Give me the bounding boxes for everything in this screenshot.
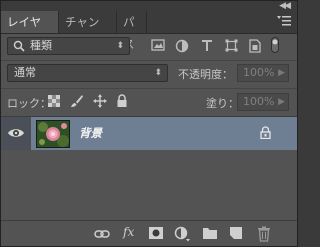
- fill-value: 100%: [243, 95, 275, 108]
- adjustment-layer-icon[interactable]: [173, 225, 191, 243]
- opacity-input[interactable]: 100% ▶: [237, 64, 289, 82]
- lock-label: ロック：: [7, 97, 51, 110]
- search-icon: [13, 40, 25, 52]
- filter-toggle-icon[interactable]: [271, 37, 289, 55]
- delete-layer-icon[interactable]: [255, 225, 273, 243]
- adjustment-filter-icon[interactable]: [173, 37, 191, 55]
- lock-icon: [260, 126, 271, 142]
- divider: [1, 60, 297, 61]
- layers-panel: ◀◀ レイヤー チャンネル パス 種類 ⬍ 通常 ⬍ 不透明度： 100% ▶: [0, 0, 298, 247]
- layer-row[interactable]: 背景: [1, 117, 297, 150]
- divider: [1, 88, 297, 89]
- stepper-icon: ⬍: [154, 68, 162, 78]
- layer-list: 背景: [1, 116, 297, 228]
- add-mask-icon[interactable]: [147, 225, 165, 243]
- stepper-icon: ⬍: [116, 41, 124, 51]
- image-filter-icon[interactable]: [149, 37, 167, 55]
- layers-toolbar: fx: [1, 220, 297, 246]
- lock-transparent-pixels-icon[interactable]: [47, 94, 63, 110]
- lock-all-icon[interactable]: [116, 94, 132, 110]
- panel-title-strip: [1, 1, 297, 11]
- collapse-panel-icon[interactable]: ◀◀: [279, 1, 291, 11]
- fill-label: 塗り：: [206, 97, 239, 110]
- blend-mode-value: 通常: [14, 66, 36, 79]
- layer-filter-kind-select[interactable]: 種類 ⬍: [7, 37, 130, 55]
- smart-object-filter-icon[interactable]: [246, 37, 264, 55]
- type-filter-icon[interactable]: [198, 37, 216, 55]
- lock-position-icon[interactable]: [93, 94, 109, 110]
- visibility-eye-icon[interactable]: [7, 125, 25, 141]
- tab-channels[interactable]: チャンネル: [59, 11, 117, 51]
- opacity-value: 100%: [243, 66, 275, 79]
- layer-selected-background: 背景: [31, 117, 297, 150]
- tab-bar: レイヤー チャンネル パス: [1, 11, 297, 51]
- shape-filter-icon[interactable]: [222, 37, 240, 55]
- fill-input[interactable]: 100% ▶: [237, 93, 289, 111]
- new-group-icon[interactable]: [201, 225, 219, 243]
- lock-image-pixels-icon[interactable]: [70, 94, 86, 110]
- filter-kind-label: 種類: [30, 39, 52, 52]
- fx-icon[interactable]: fx: [123, 225, 134, 239]
- new-layer-icon[interactable]: [227, 225, 245, 243]
- link-layers-icon[interactable]: [93, 225, 111, 243]
- panel-menu-icon[interactable]: [277, 15, 291, 27]
- tab-layers[interactable]: レイヤー: [1, 11, 59, 51]
- opacity-label: 不透明度：: [178, 68, 233, 81]
- blend-mode-select[interactable]: 通常 ⬍: [7, 64, 168, 82]
- layer-name[interactable]: 背景: [79, 125, 102, 141]
- chevron-right-icon: ▶: [278, 68, 285, 78]
- tab-paths[interactable]: パス: [117, 11, 147, 51]
- layer-thumbnail: [36, 120, 70, 148]
- chevron-right-icon: ▶: [278, 97, 285, 107]
